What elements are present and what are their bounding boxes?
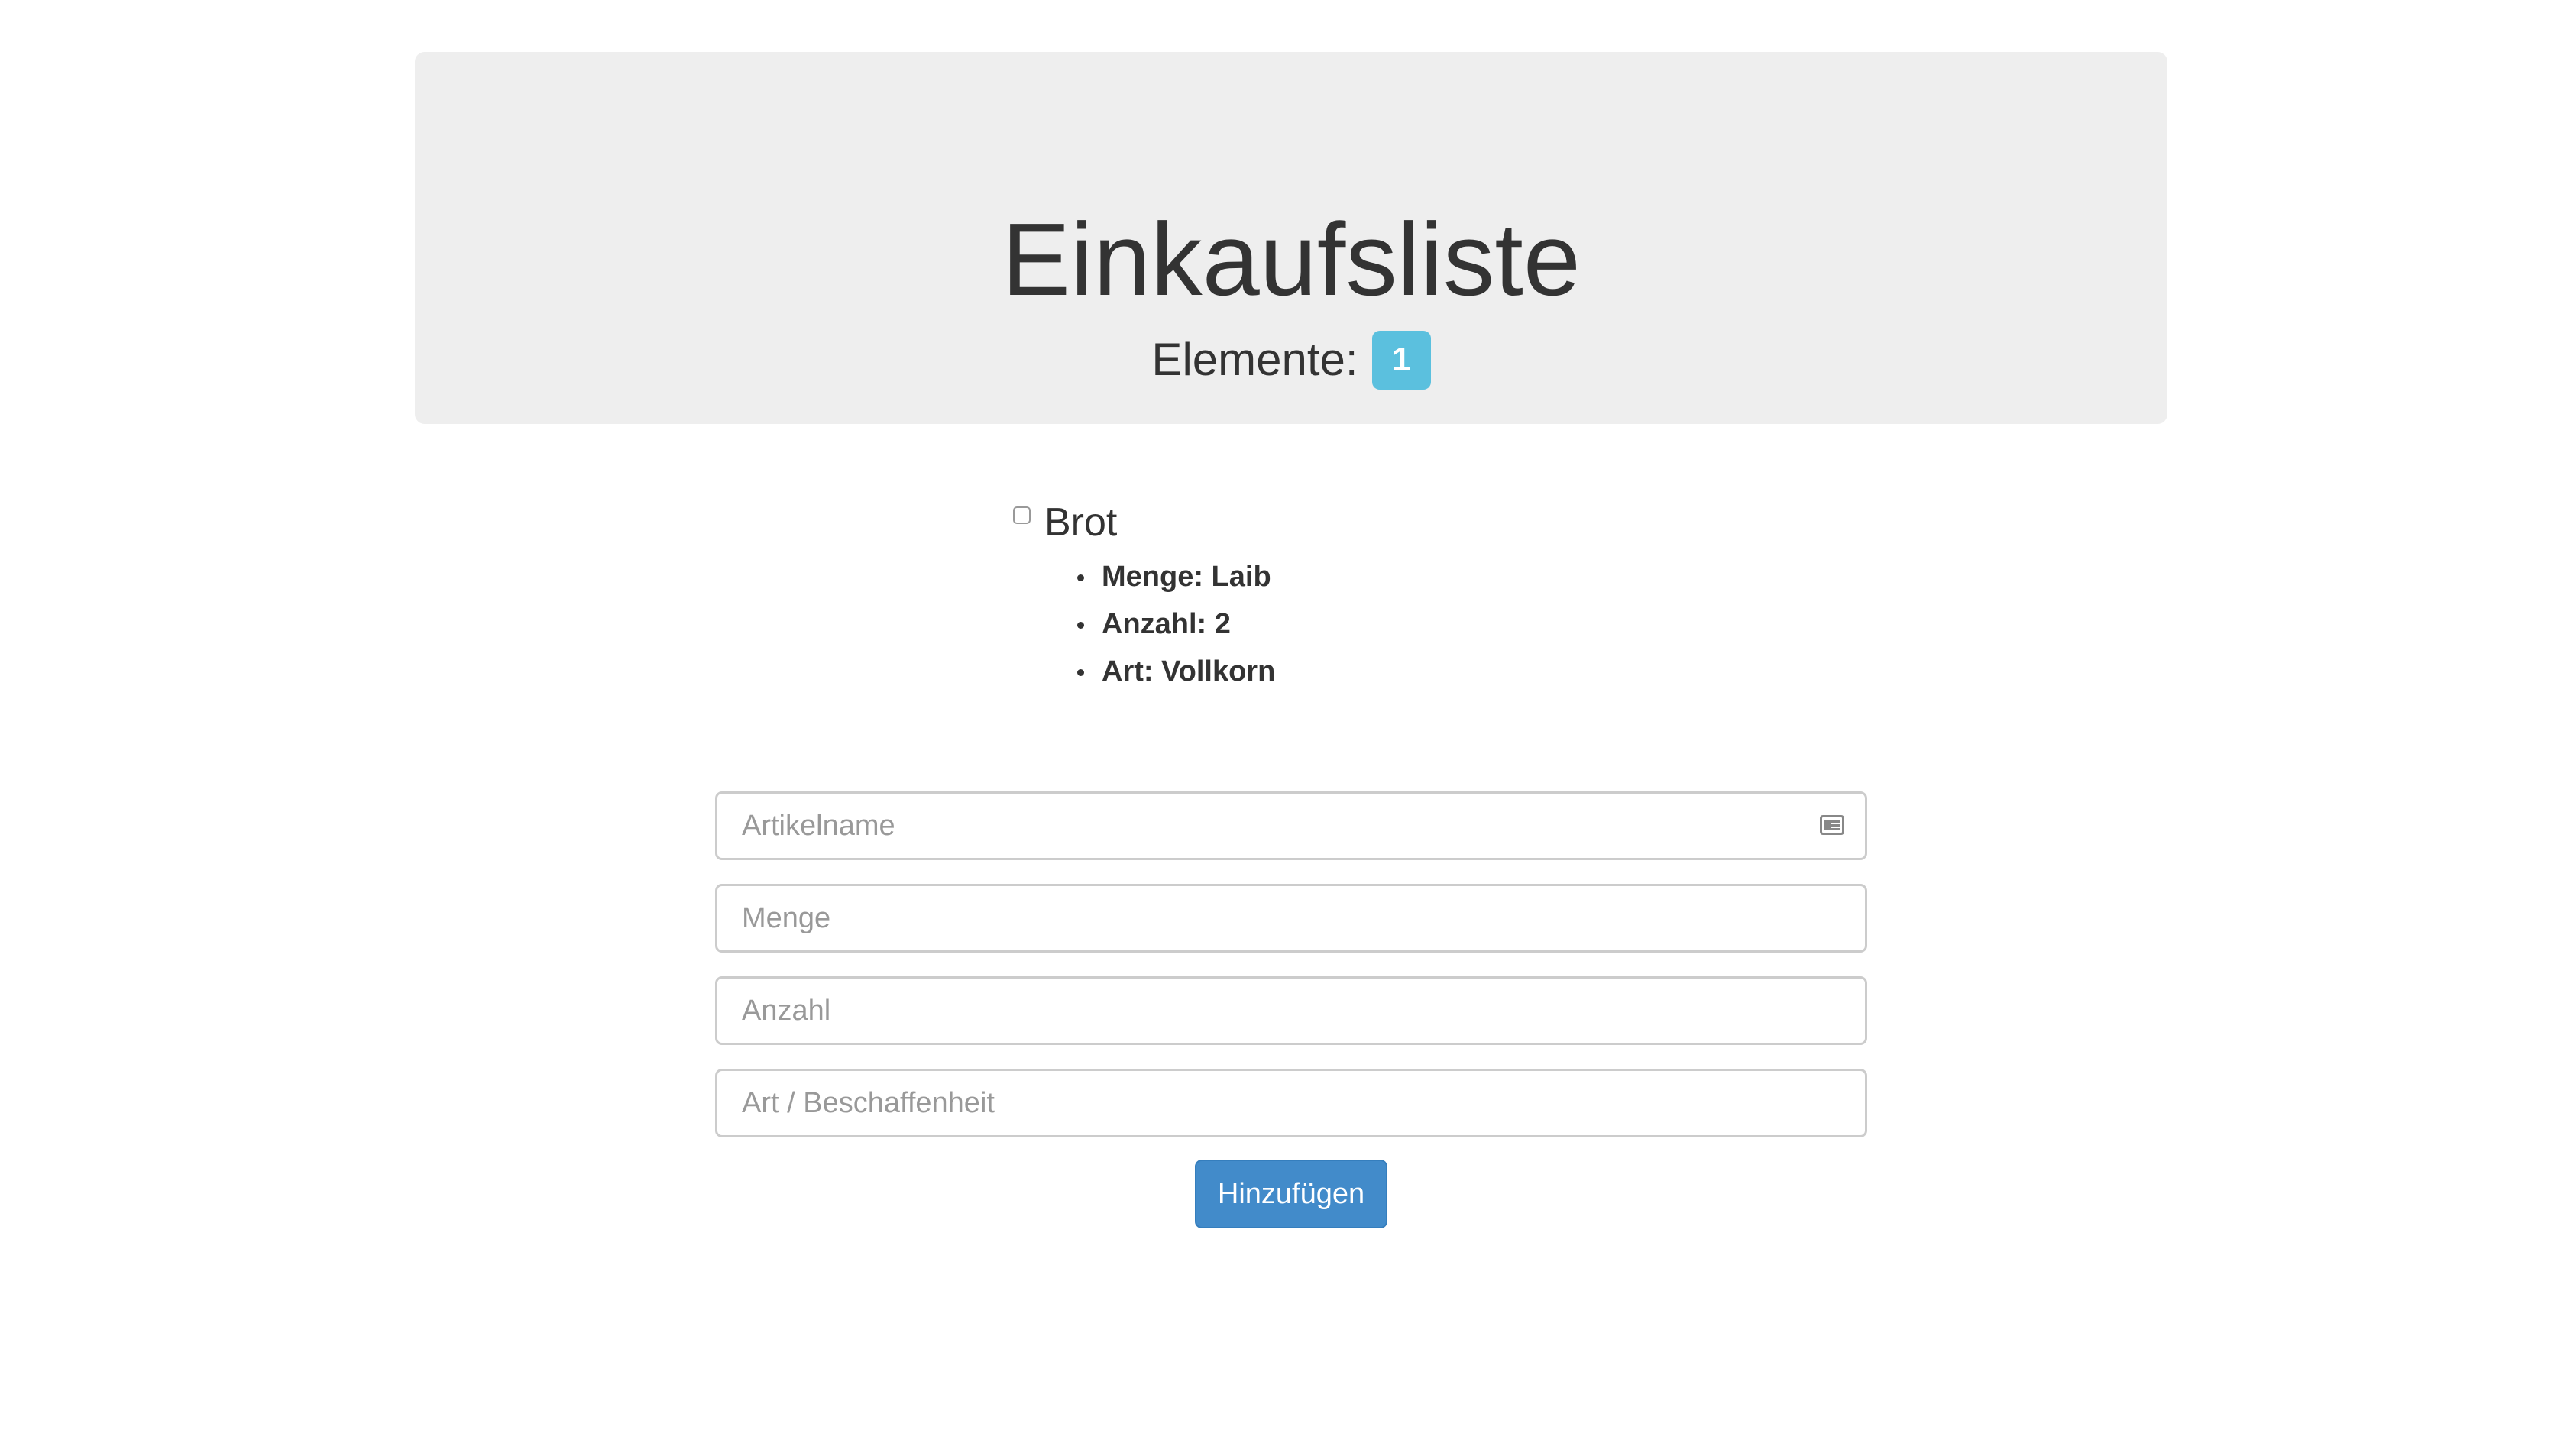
page-title: Einkaufsliste bbox=[1002, 202, 1581, 317]
add-item-form: Hinzufügen bbox=[715, 791, 1867, 1228]
item-details: Menge: Laib Anzahl: 2 Art: Vollkorn bbox=[1077, 553, 1536, 695]
item-detail-menge: Menge: Laib bbox=[1077, 553, 1536, 600]
item-detail-text: Anzahl: 2 bbox=[1102, 608, 1231, 640]
item-count-badge: 1 bbox=[1371, 330, 1431, 390]
item-detail-art: Art: Vollkorn bbox=[1077, 648, 1536, 695]
list-item: Brot Menge: Laib Anzahl: 2 Art: Vollkorn bbox=[1013, 493, 1275, 688]
artikelname-field-wrapper bbox=[715, 791, 1867, 860]
add-item-button[interactable]: Hinzufügen bbox=[1195, 1160, 1387, 1228]
art-input[interactable] bbox=[715, 1069, 1867, 1137]
bullet-icon bbox=[1077, 574, 1084, 581]
bullet-icon bbox=[1077, 669, 1084, 676]
anzahl-field-wrapper bbox=[715, 976, 1867, 1045]
bullet-icon bbox=[1077, 622, 1084, 629]
item-detail-text: Menge: Laib bbox=[1102, 561, 1271, 593]
item-detail-anzahl: Anzahl: 2 bbox=[1077, 600, 1536, 648]
item-detail-text: Art: Vollkorn bbox=[1102, 655, 1276, 688]
item-count-row: Elemente: 1 bbox=[415, 325, 2167, 394]
anzahl-input[interactable] bbox=[715, 976, 1867, 1045]
item-name: Brot bbox=[1044, 500, 1118, 545]
list-item-header: Brot bbox=[1013, 493, 1117, 552]
contact-card-icon bbox=[1820, 815, 1844, 835]
header-jumbotron: Einkaufsliste Elemente: 1 bbox=[415, 52, 2167, 424]
menge-field-wrapper bbox=[715, 884, 1867, 953]
item-count-label: Elemente: bbox=[1151, 334, 1358, 385]
submit-row: Hinzufügen bbox=[715, 1160, 1867, 1228]
artikelname-input[interactable] bbox=[715, 791, 1867, 860]
art-field-wrapper bbox=[715, 1069, 1867, 1137]
item-checkbox[interactable] bbox=[1013, 506, 1031, 524]
menge-input[interactable] bbox=[715, 884, 1867, 953]
